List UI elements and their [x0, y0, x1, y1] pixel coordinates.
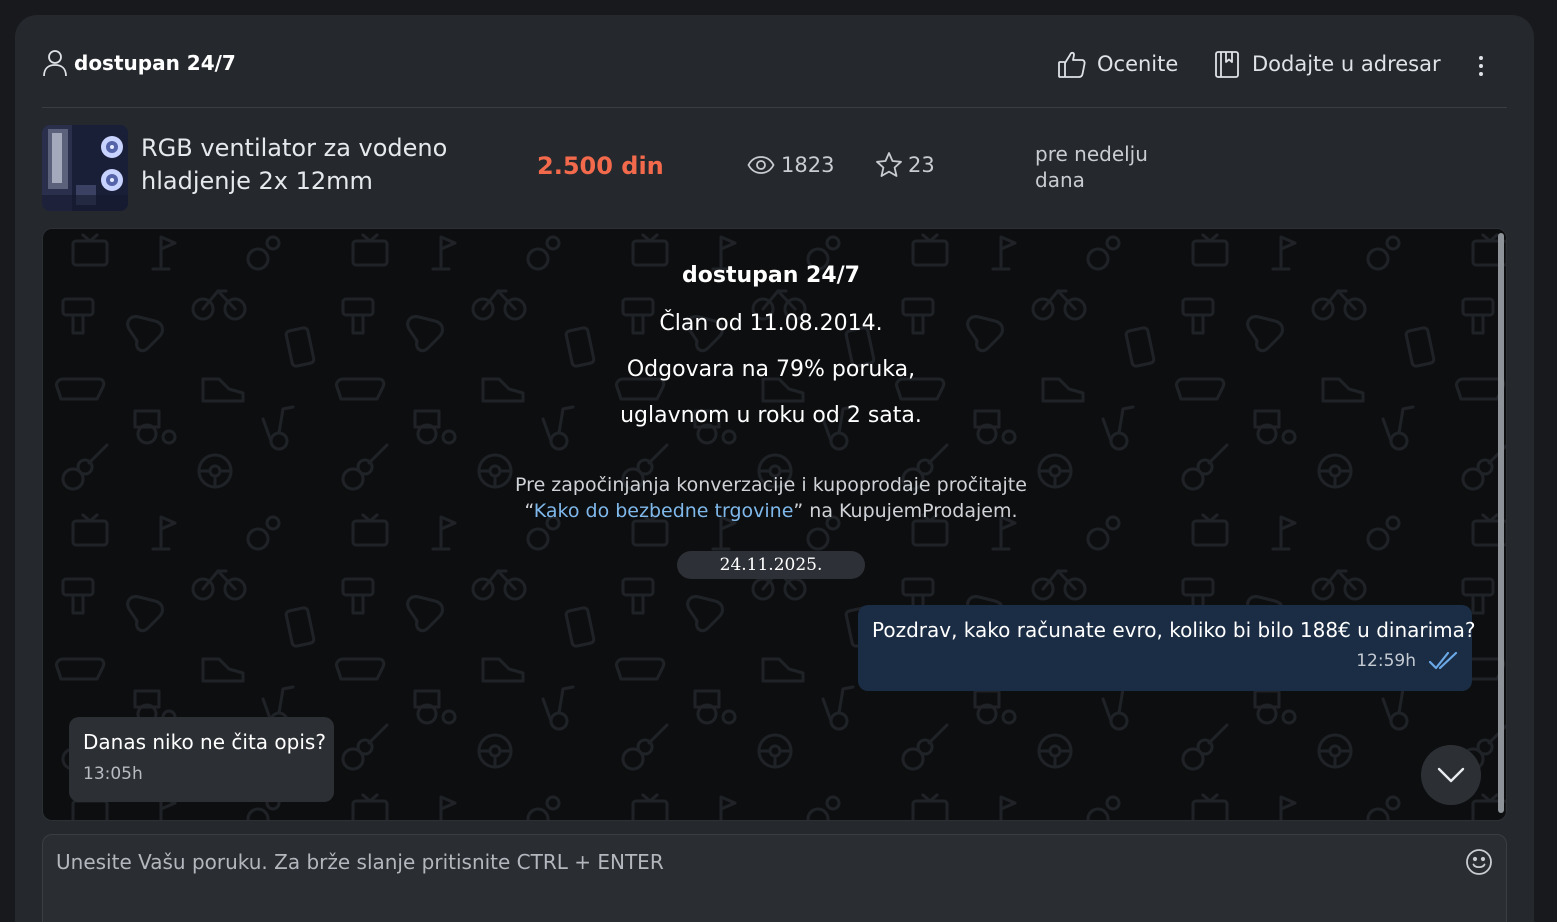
emoji-icon[interactable] — [1465, 848, 1493, 876]
response-time: uglavnom u roku od 2 sata. — [620, 403, 922, 428]
favorites-count: 23 — [908, 153, 935, 177]
eye-icon — [747, 156, 775, 174]
add-to-address-book-button[interactable]: Dodajte u adresar — [1212, 49, 1441, 79]
message-composer[interactable] — [42, 834, 1507, 922]
double-check-icon — [1428, 651, 1458, 670]
outgoing-message[interactable]: Pozdrav, kako računate evro, koliko bi b… — [858, 605, 1476, 691]
seller-name[interactable]: dostupan 24/7 — [74, 51, 236, 75]
message-time: 13:05h — [83, 764, 143, 784]
ad-title[interactable]: RGB ventilator za vodeno hladjenje 2x 12… — [141, 132, 461, 198]
kebab-menu-icon[interactable] — [1470, 51, 1492, 81]
rate-label: Ocenite — [1097, 52, 1179, 76]
rate-button[interactable]: Ocenite — [1057, 49, 1178, 79]
views-count: 1823 — [781, 153, 835, 177]
chevron-down-icon — [1437, 767, 1465, 783]
ad-posted-time: pre nedelju dana — [1035, 142, 1148, 192]
seller-profile[interactable]: dostupan 24/7 — [42, 49, 236, 77]
ad-favorites: 23 — [875, 151, 935, 179]
safe-trading-link[interactable]: Kako do bezbedne trgovine — [534, 500, 794, 522]
safety-suffix: ” na KupujemProdajem. — [793, 500, 1018, 522]
message-text: Danas niko ne čita opis? — [83, 730, 326, 754]
safety-quote-open: “ — [524, 500, 534, 522]
safety-notice: Pre započinjanja konverzacije i kupoprod… — [43, 472, 1499, 524]
conversation-header: dostupan 24/7 Ocenite Dodajte u adresar — [42, 38, 1507, 108]
thumbs-up-icon — [1058, 51, 1086, 78]
star-icon — [876, 152, 902, 177]
message-meta: 12:59h — [1356, 650, 1458, 672]
address-book-label: Dodajte u adresar — [1252, 52, 1441, 76]
message-input[interactable] — [56, 847, 1436, 877]
incoming-message[interactable]: Danas niko ne čita opis? 13:05h — [69, 717, 334, 802]
ad-thumbnail[interactable] — [42, 125, 128, 211]
user-icon — [43, 50, 67, 77]
safety-prefix: Pre započinjanja konverzacije i kupoprod… — [515, 474, 1027, 496]
ad-views: 1823 — [747, 153, 834, 177]
ad-price: 2.500 din — [537, 152, 664, 180]
message-time: 12:59h — [1356, 651, 1416, 671]
response-rate: Odgovara na 79% poruka, — [626, 357, 916, 382]
date-separator: 24.11.2025. — [677, 551, 865, 579]
seller-info-name: dostupan 24/7 — [681, 263, 860, 288]
member-since: Član od 11.08.2014. — [659, 311, 883, 336]
message-text: Pozdrav, kako računate evro, koliko bi b… — [872, 618, 1476, 642]
bookmark-book-icon — [1215, 51, 1239, 78]
ad-summary[interactable]: RGB ventilator za vodeno hladjenje 2x 12… — [42, 124, 1507, 212]
scroll-to-bottom-button[interactable] — [1421, 745, 1481, 805]
message-thread[interactable]: dostupan 24/7 Član od 11.08.2014. Odgova… — [42, 228, 1507, 821]
